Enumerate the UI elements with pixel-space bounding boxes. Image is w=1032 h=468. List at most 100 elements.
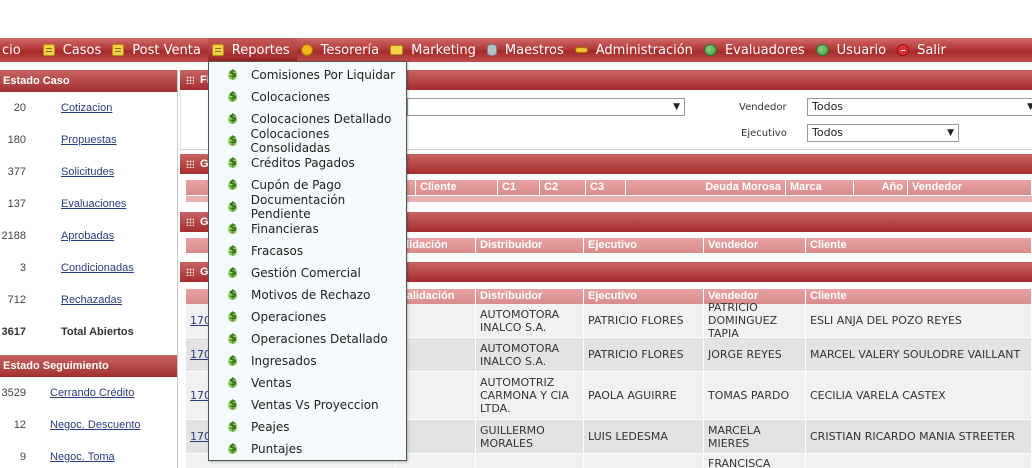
sidebar-link[interactable]: Condicionadas [61, 262, 134, 274]
globe-icon [703, 44, 717, 56]
money-icon [227, 331, 239, 346]
sidebar-link[interactable]: Negoc. Descuento [50, 419, 141, 431]
menu-usuario[interactable]: Usuario [812, 38, 893, 62]
column-header[interactable]: Deuda Morosa [626, 180, 786, 195]
filter-select[interactable]: ▼ [407, 98, 685, 116]
report-financieras[interactable]: Financieras [209, 218, 406, 240]
report-motivos-de-rechazo[interactable]: Motivos de Rechazo [209, 284, 406, 306]
money-icon [227, 375, 239, 390]
money-icon [227, 419, 239, 434]
report-comisiones-por-liquidar[interactable]: Comisiones Por Liquidar [209, 64, 406, 86]
ejecutivo-label: Ejecutivo [741, 128, 787, 139]
list-item: 3529 Cerrando Crédito [0, 377, 178, 409]
menu-marketing[interactable]: Marketing [386, 38, 483, 62]
menu-item-label: Comisiones Por Liquidar [251, 68, 396, 82]
list-item: 20 Cotizacion [0, 92, 178, 124]
column-header[interactable]: Cliente [806, 238, 1032, 253]
column-header[interactable]: C1 [498, 180, 540, 195]
main-menu-bar: cio Casos Post Venta Reportes Tesorería … [0, 38, 1032, 62]
report-documentacion-pendiente[interactable]: Documentación Pendiente [209, 193, 406, 221]
column-header[interactable]: Vendedor [704, 238, 806, 253]
cliente-cell: CECILIA VARELA CASTEX [806, 372, 1032, 419]
document-icon [42, 44, 55, 56]
menu-tesoreria[interactable]: Tesorería [297, 38, 386, 62]
column-header[interactable]: Cliente [806, 289, 1032, 304]
report-operaciones[interactable]: Operaciones [209, 306, 406, 328]
validacion-cell [396, 454, 476, 468]
report-ingresados[interactable]: Ingresados [209, 350, 406, 372]
report-puntajes[interactable]: Puntajes [209, 438, 406, 460]
column-header[interactable]: C2 [540, 180, 586, 195]
menu-salir[interactable]: Salir [893, 38, 953, 62]
chevron-down-icon: ▼ [947, 128, 954, 138]
menu-item-label: Puntajes [251, 442, 303, 456]
list-item: 137 Evaluaciones [0, 188, 178, 220]
report-creditos-pagados[interactable]: Créditos Pagados [209, 152, 406, 174]
vendedor-select[interactable]: Todos ▼ [807, 98, 1032, 116]
menu-salir-label: Salir [917, 42, 946, 58]
menu-inicio[interactable]: cio [0, 38, 39, 62]
list-item: 2188 Aprobadas [0, 220, 178, 252]
validacion-cell: e [396, 372, 476, 419]
count: 9 [19, 451, 26, 463]
report-ventas[interactable]: Ventas [209, 372, 406, 394]
menu-item-label: Motivos de Rechazo [251, 288, 371, 302]
column-header[interactable]: Distribuidor [476, 238, 584, 253]
column-header[interactable]: Marca [786, 180, 854, 195]
sidebar-link[interactable]: Solicitudes [61, 166, 114, 178]
sidebar-link[interactable]: Negoc. Toma [50, 451, 115, 463]
money-icon [227, 111, 239, 126]
menu-evaluadores[interactable]: Evaluadores [700, 38, 812, 62]
sidebar-link[interactable]: Cotizacion [61, 102, 112, 114]
column-header[interactable]: Cliente [416, 180, 498, 195]
sidebar-link[interactable]: Rechazadas [61, 294, 122, 306]
menu-reportes[interactable]: Reportes [207, 38, 297, 62]
total-row: 3617 Total Abiertos [0, 316, 178, 348]
distribuidor-cell: GUILLERMO MORALES [476, 420, 584, 453]
validacion-cell: e [396, 338, 476, 371]
report-colocaciones[interactable]: Colocaciones [209, 86, 406, 108]
money-icon [227, 397, 239, 412]
column-header[interactable]: C3 [586, 180, 626, 195]
globe-icon [815, 44, 829, 56]
cliente-cell [806, 454, 1032, 468]
document-icon [112, 44, 125, 56]
money-icon [227, 309, 239, 324]
report-fracasos[interactable]: Fracasos [209, 240, 406, 262]
report-colocaciones-consolidadas[interactable]: Colocaciones Consolidadas [209, 127, 406, 155]
count: 3 [19, 262, 26, 274]
menu-post-venta-label: Post Venta [132, 42, 201, 58]
ejecutivo-select[interactable]: Todos ▼ [807, 124, 959, 142]
column-header[interactable]: alidación [396, 238, 476, 253]
column-header[interactable]: Vendedor [908, 180, 1032, 195]
money-icon [227, 199, 239, 214]
column-header[interactable]: Validación [396, 289, 476, 304]
sidebar-link[interactable]: Cerrando Crédito [50, 387, 134, 399]
report-ventas-vs-proyeccion[interactable]: Ventas Vs Proyeccion [209, 394, 406, 416]
report-peajes[interactable]: Peajes [209, 416, 406, 438]
column-header[interactable]: Distribuidor [476, 289, 584, 304]
column-header[interactable]: Ejecutivo [584, 238, 704, 253]
list-item: 180 Propuestas [0, 124, 178, 156]
ejecutivo-cell: LUIS LEDESMA [584, 420, 704, 453]
column-header[interactable]: Año [854, 180, 908, 195]
count: 20 [13, 102, 26, 114]
list-item: 3 Condicionadas [0, 252, 178, 284]
menu-item-label: Operaciones [251, 310, 327, 324]
menu-item-label: Peajes [251, 420, 290, 434]
column-header[interactable]: Ejecutivo [584, 289, 704, 304]
distribuidor-cell: AUTOMOTORA INALCO S.A. [476, 304, 584, 337]
chevron-down-icon: ▼ [673, 102, 680, 112]
sidebar-link[interactable]: Propuestas [61, 134, 117, 146]
menu-usuario-label: Usuario [836, 42, 887, 58]
report-gestion-comercial[interactable]: Gestión Comercial [209, 262, 406, 284]
menu-maestros[interactable]: Maestros [483, 38, 571, 62]
report-operaciones-detallado[interactable]: Operaciones Detallado [209, 328, 406, 350]
menu-item-label: Colocaciones Detallado [251, 112, 392, 126]
ejecutivo-cell: PATRICIO FLORES [584, 304, 704, 337]
menu-casos[interactable]: Casos [39, 38, 109, 62]
sidebar-link[interactable]: Aprobadas [61, 230, 114, 242]
menu-administracion[interactable]: Administración [571, 38, 700, 62]
sidebar-link[interactable]: Evaluaciones [61, 198, 126, 210]
menu-post-venta[interactable]: Post Venta [108, 38, 208, 62]
